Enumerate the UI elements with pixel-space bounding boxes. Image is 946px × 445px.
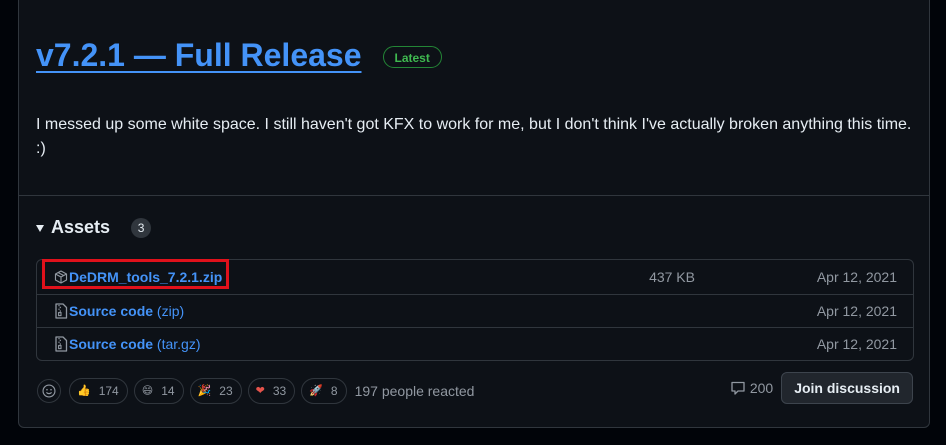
reactions-bar: 👍 174 😄 14 🎉 23 ❤ 33 🚀 8 197 people reac… (37, 378, 474, 404)
reaction-count: 8 (330, 384, 338, 398)
smiley-icon (42, 384, 56, 398)
asset-download-link[interactable]: Source code (zip) (69, 303, 184, 319)
reactions-summary: 197 people reacted (354, 383, 475, 399)
assets-count-badge: 3 (131, 217, 152, 238)
comment-count: 200 (749, 380, 774, 396)
reaction-laugh-button[interactable]: 😄 14 (133, 378, 184, 404)
reaction-count: 23 (219, 384, 233, 398)
release-card: v7.2.1 — Full Release Latest I messed up… (18, 0, 930, 428)
asset-suffix: (zip) (153, 303, 185, 319)
laugh-icon: 😄 (141, 384, 154, 397)
asset-size: 437 KB (649, 269, 695, 285)
triangle-down-icon (36, 225, 44, 232)
comment-icon (731, 381, 745, 395)
reaction-hooray-button[interactable]: 🎉 23 (189, 378, 242, 404)
asset-name: Source code (69, 303, 154, 319)
asset-suffix: (tar.gz) (153, 336, 201, 352)
asset-row: DeDRM_tools_7.2.1.zip 437 KB Apr 12, 202… (37, 260, 913, 294)
divider (19, 195, 929, 196)
comment-count-link[interactable]: 200 (730, 380, 773, 396)
assets-list: DeDRM_tools_7.2.1.zip 437 KB Apr 12, 202… (36, 259, 914, 361)
thumbs-up-icon: 👍 (77, 384, 91, 397)
release-header: v7.2.1 — Full Release Latest (36, 37, 442, 73)
emoji-picker-button[interactable] (37, 379, 61, 403)
heart-icon: ❤ (255, 384, 265, 397)
rocket-icon: 🚀 (309, 384, 323, 397)
asset-download-link[interactable]: DeDRM_tools_7.2.1.zip (69, 269, 222, 285)
asset-name: DeDRM_tools_7.2.1.zip (69, 269, 223, 285)
asset-date: Apr 12, 2021 (816, 303, 897, 319)
asset-download-link[interactable]: Source code (tar.gz) (69, 336, 201, 352)
reaction-rocket-button[interactable]: 🚀 8 (301, 378, 347, 404)
file-zip-icon (55, 336, 68, 352)
discussion-area: 200 Join discussion (730, 372, 913, 404)
reaction-thumbs-up-button[interactable]: 👍 174 (69, 378, 128, 404)
asset-row: Source code (tar.gz) Apr 12, 2021 (37, 327, 913, 360)
asset-row: Source code (zip) Apr 12, 2021 (37, 294, 913, 327)
latest-badge: Latest (382, 46, 442, 68)
package-icon (54, 270, 68, 284)
assets-label: Assets (51, 217, 111, 237)
reaction-count: 33 (272, 384, 287, 398)
file-zip-icon (55, 303, 68, 319)
asset-date: Apr 12, 2021 (816, 336, 897, 352)
release-description: I messed up some white space. I still ha… (36, 116, 912, 157)
reaction-count: 174 (98, 384, 119, 398)
hooray-icon: 🎉 (197, 384, 212, 397)
asset-name: Source code (69, 336, 154, 352)
asset-date: Apr 12, 2021 (816, 269, 897, 285)
reaction-count: 14 (161, 384, 175, 398)
reaction-heart-button[interactable]: ❤ 33 (247, 378, 296, 404)
assets-toggle[interactable]: Assets 3 (36, 217, 152, 238)
release-title-link[interactable]: v7.2.1 — Full Release (36, 37, 362, 73)
join-discussion-button[interactable]: Join discussion (781, 372, 913, 404)
